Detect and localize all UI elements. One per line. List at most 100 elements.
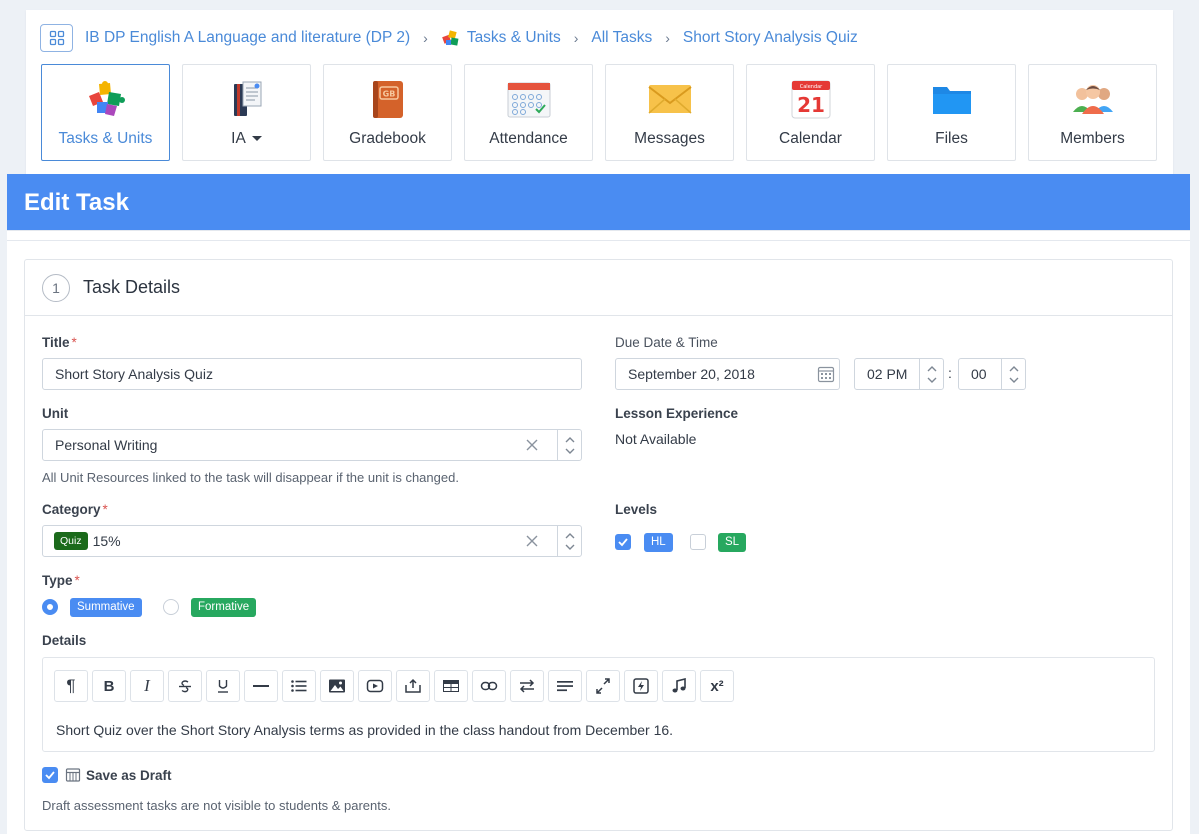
bold-icon: B — [103, 677, 115, 695]
underline-icon — [218, 680, 228, 693]
type-label-text: Type — [42, 573, 73, 588]
chevron-up-icon[interactable] — [926, 365, 938, 373]
unit-help-text: All Unit Resources linked to the task wi… — [42, 470, 459, 485]
image-icon — [329, 679, 345, 693]
calendar-picker-icon[interactable] — [817, 365, 835, 383]
details-rich-text-editor[interactable]: ¶ B I x² Short Quiz over the Short Story… — [42, 657, 1155, 752]
task-details-card: 1 Task Details Title * Short Story Analys… — [24, 259, 1173, 831]
link-icon — [480, 681, 498, 691]
strikethrough-icon — [179, 680, 191, 693]
due-date-input[interactable]: September 20, 2018 — [615, 358, 840, 390]
due-hour-stepper[interactable]: 02 PM — [854, 358, 944, 390]
title-input[interactable]: Short Story Analysis Quiz — [42, 358, 582, 390]
editor-toolbar: ¶ B I x² — [54, 670, 734, 702]
type-summative-radio[interactable] — [42, 599, 58, 615]
save-as-draft-checkbox[interactable] — [42, 767, 58, 783]
lesson-experience-label: Lesson Experience — [615, 406, 739, 421]
due-minute-value: 00 — [971, 366, 987, 382]
breadcrumb-current[interactable]: Short Story Analysis Quiz — [683, 29, 858, 47]
course-top-panel: IB DP English A Language and literature … — [26, 10, 1173, 178]
type-formative-radio[interactable] — [163, 599, 179, 615]
clear-icon[interactable] — [525, 438, 539, 452]
table-button[interactable] — [434, 670, 468, 702]
italic-icon: I — [144, 676, 150, 695]
strikethrough-button[interactable] — [168, 670, 202, 702]
check-icon — [618, 538, 628, 547]
formative-badge: Formative — [191, 598, 257, 617]
draft-icon — [65, 768, 81, 782]
tile-members[interactable]: Members — [1028, 64, 1157, 161]
list-icon — [291, 680, 307, 692]
ia-book-icon — [223, 77, 271, 121]
audio-icon — [672, 678, 686, 693]
flash-button[interactable] — [624, 670, 658, 702]
tile-gradebook[interactable]: GB Gradebook — [323, 64, 452, 161]
horizontal-rule-button[interactable] — [244, 670, 278, 702]
chevron-down-icon[interactable] — [1008, 376, 1020, 384]
breadcrumb-course-link[interactable]: IB DP English A Language and literature … — [85, 29, 410, 47]
bold-button[interactable]: B — [92, 670, 126, 702]
hour-spinner[interactable] — [919, 359, 943, 389]
calendar-icon-day: 21 — [797, 93, 825, 117]
tile-messages[interactable]: Messages — [605, 64, 734, 161]
upload-button[interactable] — [396, 670, 430, 702]
breadcrumb-section-label[interactable]: Tasks & Units — [467, 29, 561, 47]
level-hl-badge: HL — [644, 533, 673, 552]
due-minute-stepper[interactable]: 00 — [958, 358, 1026, 390]
page-title: Edit Task — [7, 174, 1190, 230]
lesson-experience-value: Not Available — [615, 431, 697, 447]
underline-button[interactable] — [206, 670, 240, 702]
chevron-down-icon[interactable] — [926, 376, 938, 384]
table-icon — [443, 680, 459, 692]
task-details-header: 1 Task Details — [25, 260, 1172, 316]
tile-label: Gradebook — [349, 130, 426, 147]
level-sl-checkbox[interactable] — [690, 534, 706, 550]
image-button[interactable] — [320, 670, 354, 702]
required-marker: * — [71, 335, 77, 350]
breadcrumb-section-link[interactable]: Tasks & Units — [441, 28, 561, 48]
breadcrumb-all-tasks-link[interactable]: All Tasks — [591, 29, 652, 47]
level-hl-checkbox[interactable] — [615, 534, 631, 550]
header-divider — [7, 231, 1190, 241]
unit-label: Unit — [42, 406, 69, 421]
title-label-text: Title — [42, 335, 70, 350]
edit-task-form-area: 1 Task Details Title * Short Story Analys… — [7, 230, 1190, 834]
superscript-button[interactable]: x² — [700, 670, 734, 702]
apps-grid-button[interactable] — [40, 24, 73, 52]
unit-select-toggle[interactable] — [557, 430, 581, 460]
fullscreen-button[interactable] — [586, 670, 620, 702]
audio-button[interactable] — [662, 670, 696, 702]
tile-calendar[interactable]: Calendar 21 Calendar — [746, 64, 875, 161]
tile-files[interactable]: Files — [887, 64, 1016, 161]
tile-ia[interactable]: IA — [182, 64, 311, 161]
breadcrumb-separator: › — [665, 30, 670, 46]
clear-icon[interactable] — [525, 534, 539, 548]
title-label: Title * — [42, 335, 77, 350]
save-as-draft-label[interactable]: Save as Draft — [86, 768, 172, 783]
unit-value: Personal Writing — [55, 437, 158, 453]
envelope-icon — [646, 77, 694, 121]
video-icon — [366, 679, 384, 693]
horizontal-rule-icon — [253, 685, 269, 687]
tile-ia-label: IA — [231, 130, 246, 147]
align-button[interactable] — [548, 670, 582, 702]
text-direction-button[interactable] — [510, 670, 544, 702]
chevron-up-icon[interactable] — [1008, 365, 1020, 373]
breadcrumb-separator: › — [423, 30, 428, 46]
unit-select[interactable]: Personal Writing — [42, 429, 582, 461]
list-button[interactable] — [282, 670, 316, 702]
paragraph-button[interactable]: ¶ — [54, 670, 88, 702]
tile-attendance[interactable]: Attendance — [464, 64, 593, 161]
details-text[interactable]: Short Quiz over the Short Story Analysis… — [56, 722, 673, 738]
category-select[interactable]: Quiz 15% — [42, 525, 582, 557]
italic-button[interactable]: I — [130, 670, 164, 702]
section-title: Task Details — [83, 277, 181, 297]
category-select-toggle[interactable] — [557, 526, 581, 556]
details-label: Details — [42, 633, 87, 648]
tile-tasks-units[interactable]: Tasks & Units — [41, 64, 170, 161]
video-button[interactable] — [358, 670, 392, 702]
time-separator: : — [948, 365, 952, 381]
minute-spinner[interactable] — [1001, 359, 1025, 389]
link-button[interactable] — [472, 670, 506, 702]
gradebook-icon: GB — [364, 77, 412, 121]
